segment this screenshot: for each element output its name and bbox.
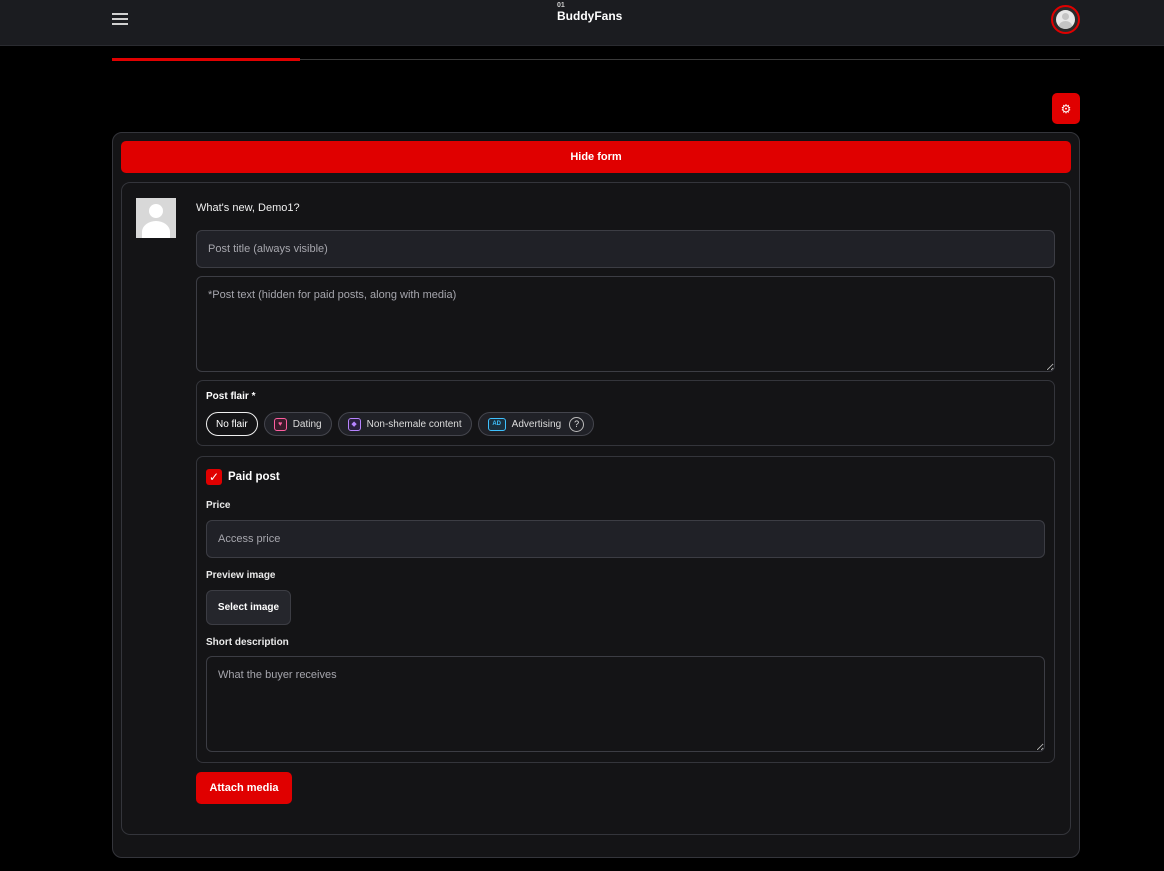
price-label: Price xyxy=(206,500,231,511)
post-composer: What's new, Demo1? Post flair * No flair… xyxy=(121,182,1071,835)
short-description-area[interactable] xyxy=(206,656,1045,752)
post-form-card: Hide form What's new, Demo1? Post flair … xyxy=(112,132,1080,858)
flair-chip-label: Advertising xyxy=(511,418,562,430)
preview-image-label: Preview image xyxy=(206,570,276,581)
paid-post-section: ✓ Paid post Price Preview image Select i… xyxy=(196,456,1055,763)
post-title-input[interactable] xyxy=(196,230,1055,268)
post-flair-section: Post flair * No flair ♥ Dating ◆ Non-she… xyxy=(196,380,1055,446)
flair-chip-no-flair[interactable]: No flair xyxy=(206,412,258,436)
brand-logo[interactable]: 01 BuddyFans xyxy=(557,2,622,23)
flair-chip-label: Dating xyxy=(292,418,322,430)
flair-options: No flair ♥ Dating ◆ Non-shemale content … xyxy=(206,412,595,436)
flair-chip-label: No flair xyxy=(216,418,248,430)
heart-icon: ♥ xyxy=(273,417,287,431)
attach-media-button[interactable]: Attach media xyxy=(196,772,292,804)
short-description-label: Short description xyxy=(206,637,289,648)
diamond-icon: ◆ xyxy=(347,417,361,431)
ad-icon: AD xyxy=(487,417,506,431)
gear-icon: ⚙ xyxy=(1060,101,1072,116)
post-flair-label: Post flair * xyxy=(206,391,256,402)
flair-chip-dating[interactable]: ♥ Dating xyxy=(263,412,332,436)
flair-chip-non-shemale[interactable]: ◆ Non-shemale content xyxy=(337,412,472,436)
greeting-text: What's new, Demo1? xyxy=(196,202,300,214)
help-icon[interactable]: ? xyxy=(569,416,585,432)
price-input[interactable] xyxy=(206,520,1045,558)
top-navbar: 01 BuddyFans xyxy=(0,0,1164,46)
hide-form-button[interactable]: Hide form xyxy=(121,141,1071,173)
progress-bar-fill xyxy=(112,58,300,61)
select-image-button[interactable]: Select image xyxy=(206,590,291,625)
paid-post-checkbox[interactable]: ✓ xyxy=(206,469,222,485)
paid-post-label[interactable]: Paid post xyxy=(228,471,280,483)
hamburger-icon[interactable] xyxy=(112,13,128,25)
brand-name: BuddyFans xyxy=(557,9,623,23)
progress-bar xyxy=(112,58,1080,61)
user-avatar-icon[interactable] xyxy=(1051,5,1080,34)
author-avatar xyxy=(136,198,176,238)
flair-chip-label: Non-shemale content xyxy=(366,418,462,430)
settings-button[interactable]: ⚙ xyxy=(1052,93,1080,124)
flair-chip-advertising[interactable]: AD Advertising ? xyxy=(477,412,595,436)
post-text-area[interactable] xyxy=(196,276,1055,372)
